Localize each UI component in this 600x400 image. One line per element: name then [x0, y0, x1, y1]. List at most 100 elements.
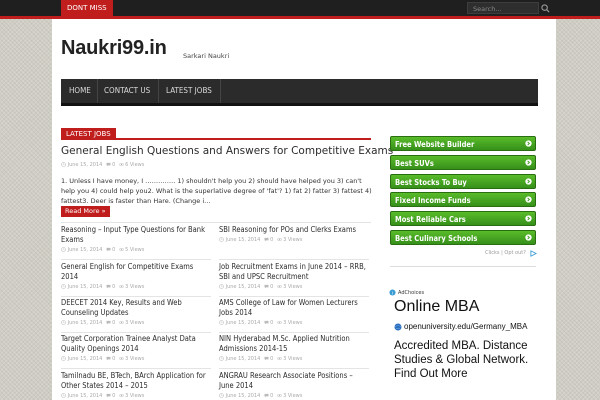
- post-item[interactable]: SBI Reasoning for POs and Clerks Exams J…: [219, 225, 367, 243]
- sidebar-ad-link[interactable]: Free Website Builder: [390, 136, 536, 151]
- ad-headline[interactable]: Online MBA: [394, 298, 479, 316]
- post-title[interactable]: SBI Reasoning for POs and Clerks Exams: [219, 225, 367, 235]
- post-title[interactable]: ANGRAU Research Associate Positions – Ju…: [219, 371, 367, 391]
- nav-separator: [220, 79, 221, 103]
- post-comments[interactable]: 0: [270, 320, 273, 326]
- post-meta: June 15, 2014 0 3 Views: [61, 284, 209, 290]
- post-views: 3 Views: [283, 393, 303, 399]
- sidebar-ad-link[interactable]: Best Stocks To Buy: [390, 174, 536, 189]
- post-comments[interactable]: 0: [112, 284, 115, 290]
- post-meta: June 15, 2014 0 5 Views: [61, 247, 209, 253]
- post-comments[interactable]: 0: [112, 393, 115, 399]
- post-date: June 15, 2014: [67, 356, 103, 362]
- adchoices-icon[interactable]: i: [388, 288, 397, 297]
- post-meta: June 15, 2014 0 3 Views: [219, 320, 367, 326]
- eye-icon: [118, 394, 124, 397]
- post-item[interactable]: Job Recruitment Exams in June 2014 – RRB…: [219, 262, 367, 290]
- ad-url[interactable]: openuniversity.edu/Germany_MBA: [404, 322, 527, 331]
- post-title[interactable]: Job Recruitment Exams in June 2014 – RRB…: [219, 262, 367, 282]
- post-item[interactable]: Tamilnadu BE, BTech, BArch Application f…: [61, 371, 209, 399]
- sidebar-ad-label: Best Stocks To Buy: [395, 178, 467, 187]
- post-views: 3 Views: [125, 356, 145, 362]
- post-divider: [61, 259, 211, 260]
- post-date: June 15, 2014: [67, 284, 103, 290]
- post-comments[interactable]: 0: [270, 393, 273, 399]
- comment-icon: [264, 356, 269, 361]
- post-meta: June 15, 2014 0 3 Views: [219, 356, 367, 362]
- post-divider: [219, 259, 369, 260]
- sidebar-ad-label: Best SUVs: [395, 159, 434, 168]
- comment-icon: [106, 162, 111, 167]
- adchoices-triangle-icon[interactable]: [530, 250, 537, 257]
- post-comments[interactable]: 0: [112, 162, 115, 168]
- post-title[interactable]: Target Corporation Trainee Analyst Data …: [61, 334, 209, 354]
- post-title[interactable]: Tamilnadu BE, BTech, BArch Application f…: [61, 371, 209, 391]
- comment-icon: [106, 393, 111, 398]
- nav-item-contact[interactable]: CONTACT US: [98, 79, 156, 103]
- post-divider: [61, 368, 211, 369]
- post-divider: [61, 296, 211, 297]
- read-more-button[interactable]: Read More »: [61, 206, 110, 217]
- post-views: 3 Views: [125, 320, 145, 326]
- svg-text:i: i: [392, 290, 393, 296]
- comment-icon: [106, 247, 111, 252]
- section-title[interactable]: LATEST JOBS: [61, 128, 116, 140]
- post-title[interactable]: General English for Competitive Exams 20…: [61, 262, 209, 282]
- post-title[interactable]: DEECET 2014 Key, Results and Web Counsel…: [61, 298, 209, 318]
- globe-icon: [394, 323, 402, 331]
- ad-description[interactable]: Accredited MBA. Distance Studies & Globa…: [394, 339, 540, 381]
- comment-icon: [264, 320, 269, 325]
- comment-icon: [106, 320, 111, 325]
- post-title[interactable]: NIN Hyderabad M.Sc. Applied Nutrition Ad…: [219, 334, 367, 354]
- post-item[interactable]: Reasoning – Input Type Questions for Ban…: [61, 225, 209, 253]
- post-title[interactable]: AMS College of Law for Women Lecturers J…: [219, 298, 367, 318]
- sidebar-ad-link[interactable]: Best SUVs: [390, 155, 536, 170]
- sidebar-ad-link[interactable]: Fixed Income Funds: [390, 192, 536, 207]
- post-divider: [61, 332, 211, 333]
- post-item[interactable]: NIN Hyderabad M.Sc. Applied Nutrition Ad…: [219, 334, 367, 362]
- post-item[interactable]: Target Corporation Trainee Analyst Data …: [61, 334, 209, 362]
- chevron-right-icon: [525, 140, 532, 147]
- search-icon[interactable]: [541, 4, 550, 13]
- chevron-right-icon: [525, 178, 532, 185]
- clock-icon: [219, 320, 224, 325]
- nav-item-home[interactable]: HOME: [63, 79, 97, 103]
- post-comments[interactable]: 0: [270, 356, 273, 362]
- clock-icon: [61, 320, 66, 325]
- post-meta: June 15, 2014 0 3 Views: [61, 356, 209, 362]
- search-input[interactable]: Search...: [467, 2, 539, 14]
- post-comments[interactable]: 0: [112, 247, 115, 253]
- site-tagline: Sarkari Naukri: [183, 52, 230, 60]
- post-date: June 15, 2014: [67, 320, 103, 326]
- chevron-right-icon: [525, 159, 532, 166]
- post-views: 3 Views: [283, 356, 303, 362]
- dont-miss-label[interactable]: DONT MISS: [61, 0, 113, 16]
- adchoices-label[interactable]: AdChoices: [398, 290, 424, 296]
- sidebar-ad-label: Free Website Builder: [395, 140, 475, 149]
- post-date: June 15, 2014: [225, 356, 261, 362]
- post-date: June 15, 2014: [67, 393, 103, 399]
- ad-footer[interactable]: Clicks | Opt out?: [485, 250, 526, 256]
- site-title[interactable]: Naukri99.in: [61, 37, 167, 60]
- post-item[interactable]: ANGRAU Research Associate Positions – Ju…: [219, 371, 367, 399]
- post-comments[interactable]: 0: [270, 237, 273, 243]
- eye-icon: [118, 357, 124, 360]
- post-meta: June 15, 2014 0 3 Views: [61, 320, 209, 326]
- post-comments[interactable]: 0: [112, 320, 115, 326]
- clock-icon: [61, 284, 66, 289]
- sidebar-ad-link[interactable]: Most Reliable Cars: [390, 211, 536, 226]
- post-comments[interactable]: 0: [270, 284, 273, 290]
- post-views: 3 Views: [283, 237, 303, 243]
- nav-item-latest-jobs[interactable]: LATEST JOBS: [160, 79, 218, 103]
- post-date: June 15, 2014: [225, 320, 261, 326]
- post-item[interactable]: General English for Competitive Exams 20…: [61, 262, 209, 290]
- post-item[interactable]: DEECET 2014 Key, Results and Web Counsel…: [61, 298, 209, 326]
- post-item[interactable]: AMS College of Law for Women Lecturers J…: [219, 298, 367, 326]
- eye-icon: [276, 321, 282, 324]
- post-meta: June 15, 2014 0 3 Views: [219, 393, 367, 399]
- sidebar-ad-link[interactable]: Best Culinary Schools: [390, 230, 536, 245]
- featured-post-title[interactable]: General English Questions and Answers fo…: [61, 145, 393, 157]
- post-title[interactable]: Reasoning – Input Type Questions for Ban…: [61, 225, 209, 245]
- post-meta: June 15, 2014 0 3 Views: [219, 284, 367, 290]
- post-comments[interactable]: 0: [112, 356, 115, 362]
